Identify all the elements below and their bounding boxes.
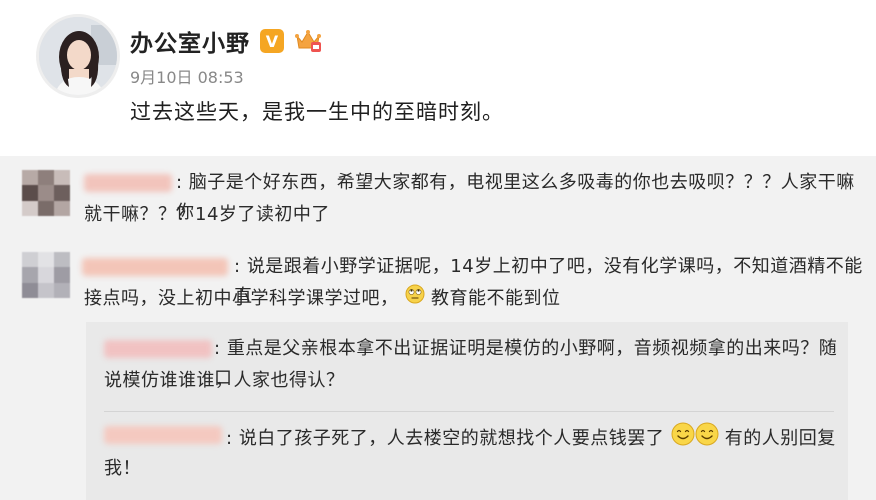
reply-line1-part2: 有的人别回复 — [724, 428, 836, 449]
reply-text: : 说白了孩子死了，人去楼空的就想找个人要点钱罢了 有的人别回复 — [226, 422, 846, 456]
comment-line2-part2: 教育能不能到位 — [430, 288, 561, 309]
reply-line1-part1: 说白了孩子死了，人去楼空的就想找个人要点钱罢了 — [238, 428, 665, 449]
post-content: 过去这些天，是我一生中的至暗时刻。 — [130, 100, 504, 124]
author-name-row: 办公室小野 V — [130, 24, 322, 58]
name-separator: : — [176, 172, 183, 193]
name-separator: : — [214, 338, 221, 359]
comment-section: : 脑子是个好东西，希望大家都有，电视里这么多吸毒的你也去吸呗？？？人家干嘛你 … — [0, 156, 876, 500]
commenter-name-blurred[interactable] — [82, 258, 228, 276]
verified-v-icon: V — [260, 29, 284, 53]
name-separator: : — [234, 256, 241, 277]
rolling-eyes-emoji — [405, 284, 425, 314]
comment-text-line2: 就干嘛？？？14岁了读初中了 — [84, 204, 330, 225]
commenter-name-blurred[interactable] — [84, 174, 172, 192]
commenter-avatar-blurred[interactable] — [22, 252, 70, 298]
commenter-avatar-blurred[interactable] — [22, 170, 70, 216]
weibo-post: 办公室小野 V 9月10日 08:53 过去这些天，是我一生中的至暗时刻。 — [0, 0, 876, 156]
reply-text-line2: 说模仿谁谁谁，人家也得认？ — [104, 370, 345, 391]
name-separator: : — [226, 428, 233, 449]
author-username[interactable]: 办公室小野 — [130, 24, 250, 58]
replier-name-blurred[interactable] — [104, 426, 222, 444]
comment-text-line2: 接点吗，没上初中小学科学课学过吧， 教育能不能到位 — [84, 284, 844, 314]
reply-text-line2: 我！ — [104, 458, 141, 479]
smile-emoji — [671, 422, 695, 456]
smile-emoji — [695, 422, 719, 456]
reply-divider — [104, 411, 834, 412]
replier-name-blurred[interactable] — [104, 340, 212, 358]
comment-line2-part1: 接点吗，没上初中小学科学课学过吧， — [84, 288, 399, 309]
post-timestamp[interactable]: 9月10日 08:53 — [130, 64, 244, 88]
author-avatar[interactable] — [36, 14, 120, 98]
crown-member-icon — [294, 28, 322, 54]
